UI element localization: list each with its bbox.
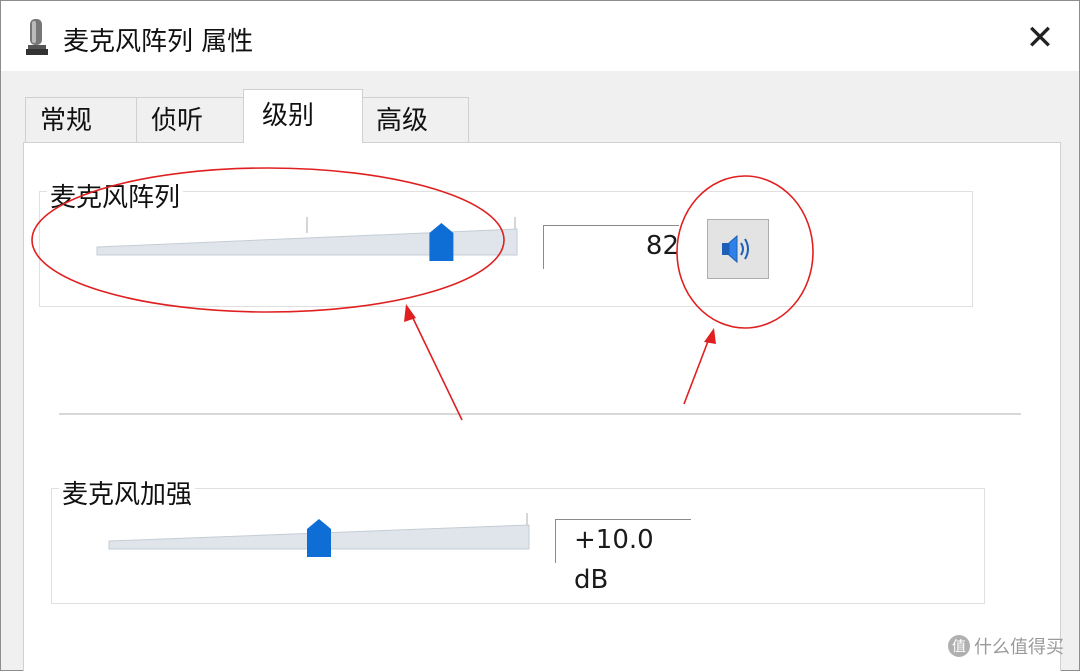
mic-array-level-value[interactable]: 82 — [543, 225, 679, 269]
mute-toggle-button[interactable] — [707, 219, 769, 279]
tab-listen[interactable]: 侦听 — [136, 97, 246, 143]
title-bar[interactable]: 麦克风阵列 属性 ✕ — [1, 1, 1079, 71]
watermark-badge-icon: 值 — [948, 635, 970, 657]
watermark: 值 什么值得买 — [948, 633, 1064, 659]
properties-window: 麦克风阵列 属性 ✕ 常规 侦听 级别 高级 麦克风阵列 82 麦克风加强 +1… — [0, 0, 1080, 671]
slider-thumb[interactable] — [307, 519, 331, 557]
section-divider — [59, 413, 1021, 415]
window-title: 麦克风阵列 属性 — [63, 27, 254, 57]
tab-general[interactable]: 常规 — [25, 97, 137, 143]
mic-boost-slider[interactable] — [107, 511, 531, 557]
mic-boost-value[interactable]: +10.0 dB — [555, 519, 691, 595]
mic-array-label: 麦克风阵列 — [47, 177, 184, 214]
tab-advanced[interactable]: 高级 — [361, 97, 469, 143]
mic-boost-label: 麦克风加强 — [59, 474, 196, 511]
microphone-icon — [26, 19, 48, 55]
speaker-icon — [722, 234, 749, 264]
slider-thumb[interactable] — [429, 223, 454, 261]
close-button[interactable]: ✕ — [1015, 15, 1065, 61]
tab-levels[interactable]: 级别 — [243, 89, 363, 143]
watermark-text: 什么值得买 — [974, 637, 1064, 658]
mic-array-volume-slider[interactable] — [95, 215, 519, 261]
